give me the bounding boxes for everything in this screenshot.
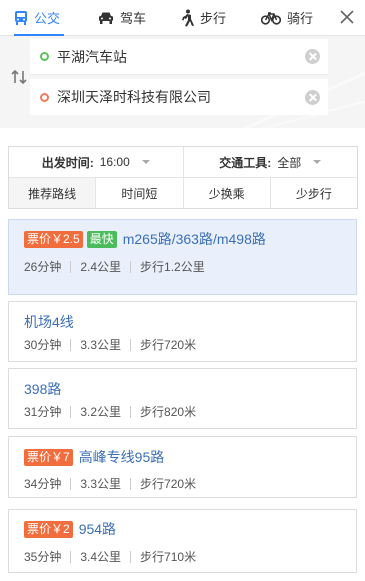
- transport-tool-value: 全部: [277, 155, 302, 170]
- route-card-4[interactable]: 票价￥7 高峰专线95路 34分钟 3.3公里 步行720米: [8, 436, 357, 498]
- start-point-field[interactable]: 平湖汽车站: [30, 39, 328, 75]
- transport-tool-dropdown[interactable]: 交通工具: 全部: [182, 147, 358, 177]
- route-search-panel: 平湖汽车站 深圳天泽时科技有限公司: [0, 36, 365, 128]
- route-card-5[interactable]: 票价￥2 954路 35分钟 3.4公里 步行710米: [8, 509, 357, 573]
- route-duration: 31分钟: [24, 405, 62, 419]
- route-name[interactable]: m265路/363路/m498路: [123, 229, 266, 249]
- depart-time-label: 出发时间:: [41, 155, 94, 170]
- fastest-badge: 最快: [86, 230, 117, 248]
- tab-walk-label: 步行: [200, 11, 227, 26]
- route-card-1[interactable]: 票价￥2.5 最快 m265路/363路/m498路 26分钟 2.4公里 步行…: [8, 219, 357, 295]
- tab-drive-label: 驾车: [120, 11, 147, 26]
- route-duration: 26分钟: [24, 260, 62, 274]
- route-duration: 35分钟: [24, 550, 62, 564]
- start-point-text: 平湖汽车站: [57, 48, 127, 65]
- route-duration: 34分钟: [24, 477, 62, 491]
- divider: [130, 260, 132, 273]
- tab-less-walking[interactable]: 少步行: [269, 178, 357, 208]
- divider: [70, 550, 72, 563]
- route-distance: 2.4公里: [80, 260, 122, 274]
- price-tag: 票价￥7: [24, 448, 73, 466]
- start-point-dot: [40, 52, 49, 61]
- close-icon: [340, 10, 354, 24]
- travel-mode-bar: 公交 驾车 步行 骑行: [0, 0, 365, 36]
- tab-drive[interactable]: 驾车: [98, 0, 146, 35]
- filter-panel: 出发时间: 16:00 交通工具: 全部 推荐路线 时间短 少换乘 少步行: [8, 146, 358, 209]
- clear-end-icon[interactable]: [305, 89, 320, 105]
- divider: [130, 477, 132, 490]
- tab-bike[interactable]: 骑行: [261, 0, 313, 35]
- route-walk: 步行1.2公里: [140, 260, 205, 274]
- divider: [70, 260, 72, 273]
- walk-icon: [180, 9, 194, 27]
- route-distance: 3.3公里: [80, 338, 122, 352]
- chevron-down-icon: [141, 160, 150, 164]
- route-walk: 步行820米: [140, 405, 197, 419]
- route-card-2[interactable]: 机场4线 30分钟 3.3公里 步行720米: [8, 301, 357, 362]
- divider: [70, 338, 72, 351]
- divider: [130, 338, 132, 351]
- route-name[interactable]: 机场4线: [24, 312, 74, 332]
- end-point-dot: [40, 92, 49, 102]
- close-button[interactable]: [337, 7, 357, 27]
- route-distance: 3.4公里: [80, 550, 122, 564]
- bike-icon: [261, 11, 281, 25]
- transport-tool-label: 交通工具:: [219, 155, 272, 170]
- route-name[interactable]: 954路: [79, 519, 116, 539]
- price-tag: 票价￥2: [24, 520, 73, 538]
- depart-time-dropdown[interactable]: 出发时间: 16:00: [9, 147, 183, 177]
- end-point-field[interactable]: 深圳天泽时科技有限公司: [30, 79, 328, 115]
- tab-fewer-transfers[interactable]: 少换乘: [182, 178, 270, 208]
- route-name[interactable]: 398路: [24, 379, 61, 399]
- swap-icon[interactable]: [10, 68, 28, 86]
- divider: [130, 405, 132, 418]
- route-duration: 30分钟: [24, 338, 62, 352]
- route-distance: 3.2公里: [80, 405, 122, 419]
- bus-icon: [14, 10, 28, 26]
- route-card-3[interactable]: 398路 31分钟 3.2公里 步行820米: [8, 368, 357, 429]
- tab-bus[interactable]: 公交: [14, 0, 64, 36]
- tab-bike-label: 骑行: [287, 11, 314, 26]
- tab-bus-label: 公交: [34, 11, 61, 26]
- tab-shortest-time[interactable]: 时间短: [95, 178, 182, 208]
- end-point-text: 深圳天泽时科技有限公司: [57, 89, 211, 105]
- car-icon: [98, 11, 114, 25]
- tab-recommended[interactable]: 推荐路线: [9, 178, 96, 208]
- route-name[interactable]: 高峰专线95路: [79, 447, 165, 467]
- route-walk: 步行720米: [140, 477, 197, 491]
- tab-walk[interactable]: 步行: [180, 0, 226, 35]
- divider: [130, 550, 132, 563]
- route-walk: 步行710米: [140, 550, 197, 564]
- divider: [70, 477, 72, 490]
- depart-time-value: 16:00: [99, 155, 130, 169]
- route-distance: 3.3公里: [80, 477, 122, 491]
- price-tag: 票价￥2.5: [24, 230, 83, 248]
- clear-start-icon[interactable]: [305, 49, 320, 64]
- route-walk: 步行720米: [140, 338, 197, 352]
- divider: [70, 405, 72, 418]
- chevron-down-icon: [313, 160, 322, 164]
